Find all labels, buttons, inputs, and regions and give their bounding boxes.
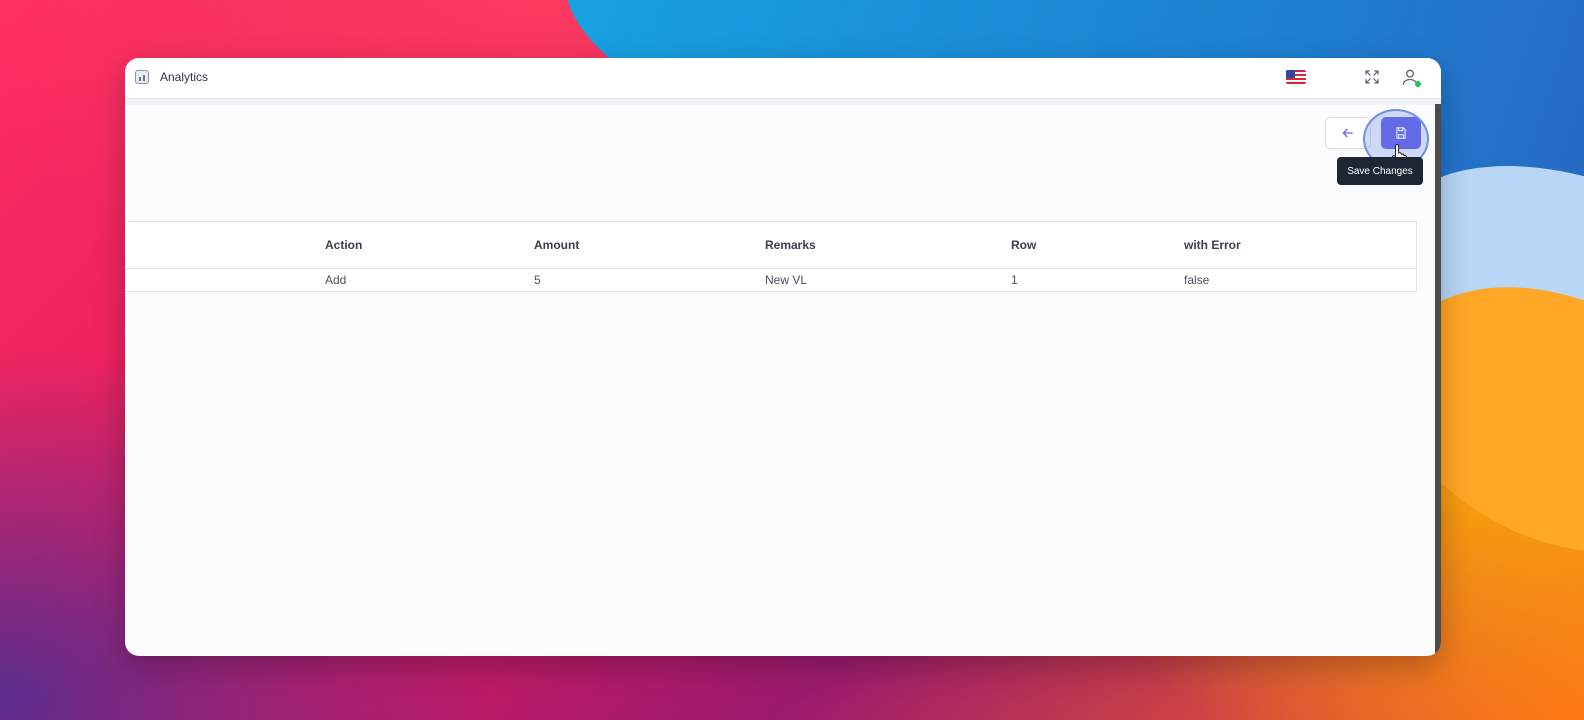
moon-icon[interactable]	[1323, 66, 1345, 88]
title-bar: Analytics	[125, 58, 1441, 99]
table-cell	[125, 269, 324, 292]
app-window: Analytics Save Changes Action Amount Rem…	[125, 58, 1441, 656]
data-table: Action Amount Remarks Row with Error Add…	[125, 221, 1417, 292]
column-header-amount[interactable]: Amount	[533, 222, 764, 269]
table-cell-amount: 5	[534, 273, 541, 287]
titlebar-divider	[125, 99, 1441, 105]
column-header[interactable]	[125, 222, 324, 269]
table-cell-with-error: false	[1184, 273, 1210, 287]
column-header-row[interactable]: Row	[1010, 222, 1183, 269]
titlebar-icons	[1285, 66, 1421, 88]
us-flag-icon[interactable]	[1285, 66, 1307, 88]
table-cell-row: 1	[1011, 273, 1018, 287]
table-cell-action: Add	[325, 273, 347, 287]
column-header-action[interactable]: Action	[324, 222, 533, 269]
online-status-dot	[1415, 81, 1421, 87]
analytics-app-icon	[135, 70, 149, 84]
table-header-row: Action Amount Remarks Row with Error	[125, 222, 1416, 269]
arrow-left-icon	[1342, 128, 1353, 138]
table-row[interactable]: Add 5 New VL 1 false	[125, 269, 1416, 292]
table-cell-remarks: New VL	[765, 273, 808, 287]
app-title: Analytics	[160, 70, 209, 84]
column-header-with-error[interactable]: with Error	[1183, 222, 1416, 269]
user-icon[interactable]	[1399, 66, 1421, 88]
fullscreen-icon[interactable]	[1361, 66, 1383, 88]
save-changes-tooltip: Save Changes	[1337, 157, 1423, 185]
column-header-remarks[interactable]: Remarks	[764, 222, 1010, 269]
scrollbar[interactable]	[1435, 104, 1441, 656]
